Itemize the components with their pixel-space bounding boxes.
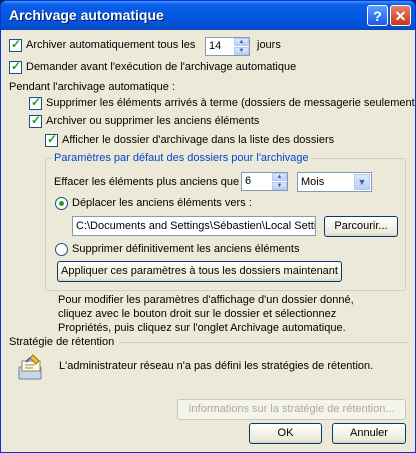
delete-radio-label[interactable]: Supprimer définitivement les anciens élé… bbox=[72, 243, 299, 255]
ok-button[interactable]: OK bbox=[249, 423, 322, 444]
archive-path-field[interactable]: C:\Documents and Settings\Sébastien\Loca… bbox=[72, 216, 316, 236]
info-line: Pour modifier les paramètres d'affichage… bbox=[58, 294, 354, 306]
days-unit-label: jours bbox=[257, 39, 281, 51]
retention-info-button[interactable]: Informations sur la stratégie de rétenti… bbox=[177, 399, 406, 420]
defaults-group-title: Paramètres par défaut des dossiers pour … bbox=[52, 152, 311, 164]
move-radio[interactable] bbox=[55, 197, 68, 210]
period-value: Mois bbox=[301, 176, 325, 188]
days-stepper[interactable]: 14 ▲ ▼ bbox=[205, 37, 250, 56]
clean-value-stepper[interactable]: 6 ▲ ▼ bbox=[241, 172, 288, 191]
period-select[interactable]: Mois ▼ bbox=[297, 172, 372, 192]
during-header: Pendant l'archivage automatique : bbox=[9, 81, 175, 93]
info-text: Pour modifier les paramètres d'affichage… bbox=[58, 293, 354, 335]
archive-old-checkbox[interactable] bbox=[29, 113, 42, 128]
auto-archive-checkbox[interactable] bbox=[9, 37, 22, 52]
retention-header: Stratégie de rétention bbox=[9, 336, 115, 348]
clean-value: 6 bbox=[245, 175, 252, 187]
title-bar[interactable]: Archivage automatique ? ✕ bbox=[1, 1, 415, 30]
chevron-down-icon[interactable]: ▼ bbox=[354, 174, 370, 190]
prompt-before-checkbox[interactable] bbox=[9, 59, 22, 74]
archive-old-label[interactable]: Archiver ou supprimer les anciens élémen… bbox=[46, 115, 259, 127]
close-icon[interactable]: ✕ bbox=[390, 5, 411, 26]
auto-archive-label[interactable]: Archiver automatiquement tous les bbox=[26, 39, 195, 51]
archive-path-value: C:\Documents and Settings\Sébastien\Loca… bbox=[76, 220, 316, 232]
info-line: cliquez avec le bouton droit sur le doss… bbox=[58, 308, 337, 320]
browse-button[interactable]: Parcourir... bbox=[324, 216, 398, 237]
apply-all-button[interactable]: Appliquer ces paramètres à tous les doss… bbox=[57, 261, 342, 282]
spin-up-icon[interactable]: ▲ bbox=[234, 38, 249, 46]
retention-policy-icon bbox=[18, 354, 42, 380]
info-line: Propriétés, puis cliquez sur l'onglet Ar… bbox=[58, 322, 346, 334]
spin-up-icon[interactable]: ▲ bbox=[272, 173, 287, 181]
delete-expired-checkbox[interactable] bbox=[29, 95, 42, 110]
cancel-button[interactable]: Annuler bbox=[332, 423, 406, 444]
help-icon[interactable]: ? bbox=[367, 5, 388, 26]
days-value: 14 bbox=[209, 40, 222, 52]
spin-down-icon[interactable]: ▼ bbox=[234, 47, 249, 55]
move-radio-label[interactable]: Déplacer les anciens éléments vers : bbox=[72, 197, 252, 209]
retention-divider bbox=[119, 342, 409, 343]
show-folder-checkbox[interactable] bbox=[45, 132, 58, 147]
autoarchive-dialog: Archivage automatique ? ✕ Archiver autom… bbox=[0, 0, 416, 453]
spin-down-icon[interactable]: ▼ bbox=[272, 182, 287, 190]
retention-message: L'administrateur réseau n'a pas défini l… bbox=[59, 360, 374, 372]
show-folder-label[interactable]: Afficher le dossier d'archivage dans la … bbox=[62, 134, 334, 146]
window-title: Archivage automatique bbox=[9, 7, 164, 23]
delete-radio[interactable] bbox=[55, 243, 68, 256]
delete-expired-label[interactable]: Supprimer les éléments arrivés à terme (… bbox=[46, 97, 415, 109]
clean-older-label: Effacer les éléments plus anciens que bbox=[54, 176, 240, 188]
prompt-before-label[interactable]: Demander avant l'exécution de l'archivag… bbox=[26, 61, 296, 73]
